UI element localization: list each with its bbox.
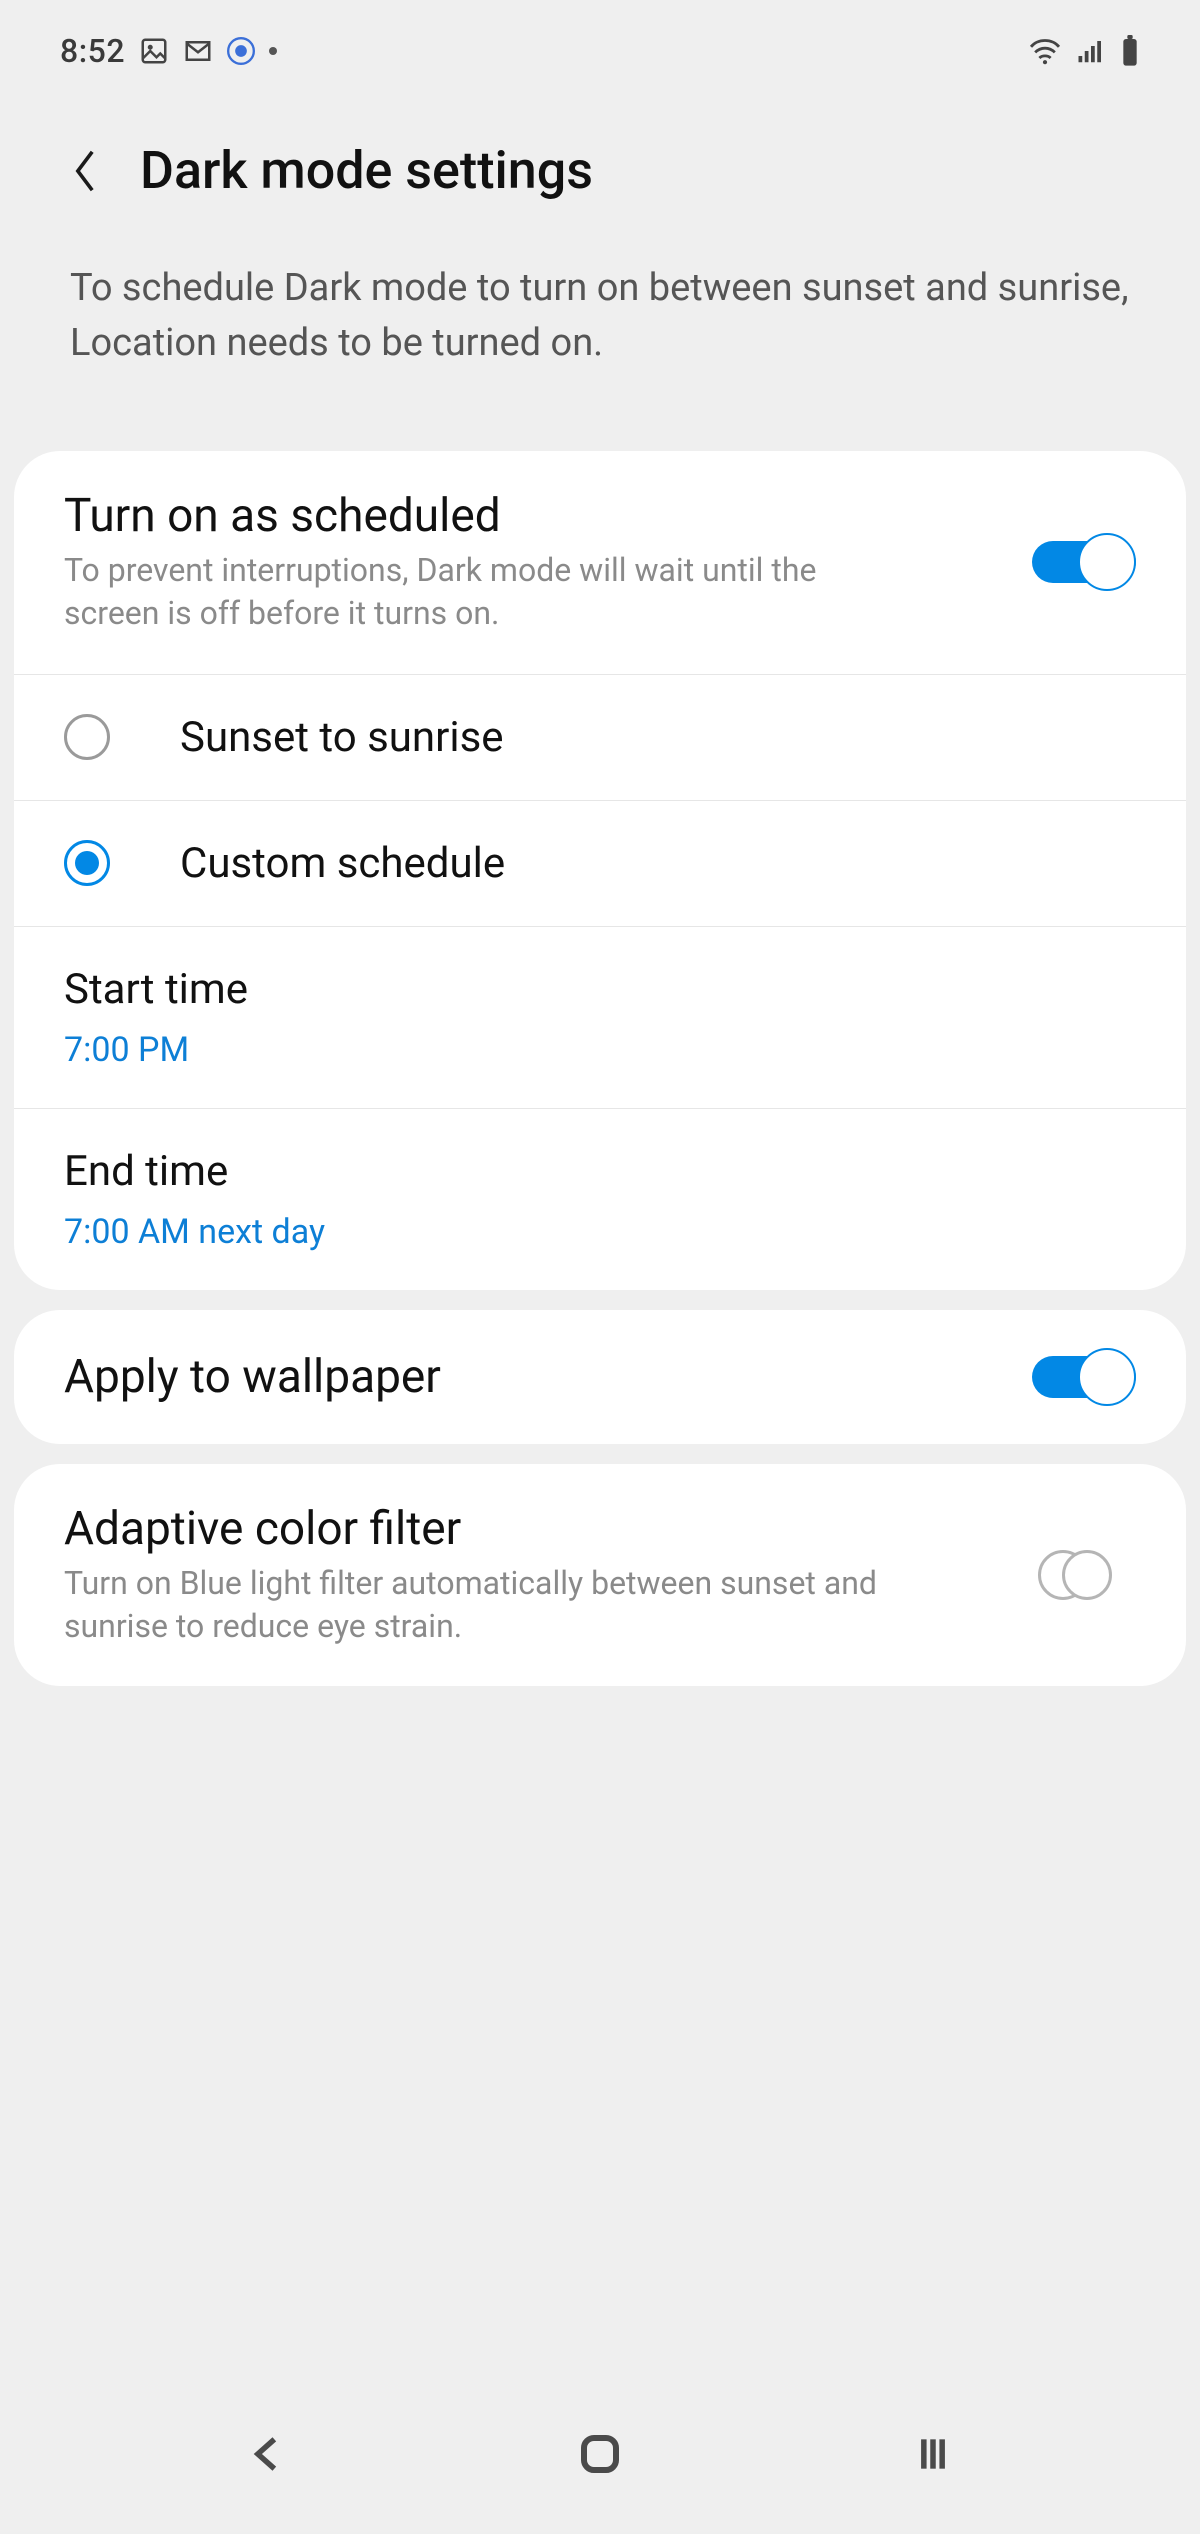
picture-icon: [139, 36, 169, 66]
status-bar-right: [1028, 35, 1140, 67]
back-button[interactable]: [60, 146, 110, 196]
option-custom-schedule-label: Custom schedule: [180, 839, 505, 888]
adaptive-filter-toggle[interactable]: [1032, 1546, 1136, 1604]
apply-wallpaper-row[interactable]: Apply to wallpaper: [14, 1310, 1186, 1444]
nav-back-button[interactable]: [227, 2424, 307, 2484]
option-sunset-sunrise-label: Sunset to sunrise: [180, 713, 504, 762]
adaptive-card: Adaptive color filter Turn on Blue light…: [14, 1464, 1186, 1686]
turn-on-scheduled-row[interactable]: Turn on as scheduled To prevent interrup…: [14, 451, 1186, 673]
start-time-value: 7:00 PM: [64, 1030, 189, 1070]
wallpaper-card: Apply to wallpaper: [14, 1310, 1186, 1444]
signal-icon: [1076, 37, 1106, 65]
battery-icon: [1120, 35, 1140, 67]
end-time-row[interactable]: End time 7:00 AM next day: [14, 1108, 1186, 1290]
end-time-value: 7:00 AM next day: [64, 1212, 325, 1252]
system-nav-bar: [0, 2404, 1200, 2534]
turn-on-scheduled-subtitle: To prevent interruptions, Dark mode will…: [64, 549, 884, 635]
turn-on-scheduled-text: Turn on as scheduled To prevent interrup…: [64, 489, 1002, 635]
end-time-label: End time: [64, 1147, 228, 1196]
radio-custom-schedule[interactable]: [64, 840, 110, 886]
wifi-icon: [1028, 37, 1062, 65]
apply-wallpaper-toggle[interactable]: [1032, 1348, 1136, 1406]
radio-sunset-sunrise[interactable]: [64, 714, 110, 760]
page-title: Dark mode settings: [140, 140, 593, 201]
start-time-row[interactable]: Start time 7:00 PM: [14, 926, 1186, 1108]
turn-on-scheduled-toggle[interactable]: [1032, 533, 1136, 591]
page-header: Dark mode settings: [0, 80, 1200, 241]
intro-description: To schedule Dark mode to turn on between…: [0, 241, 1200, 431]
turn-on-scheduled-title: Turn on as scheduled: [64, 489, 1002, 543]
nav-home-button[interactable]: [560, 2424, 640, 2484]
dot-icon: [269, 47, 277, 55]
status-bar: 8:52: [0, 0, 1200, 80]
heart-circle-icon: [227, 37, 255, 65]
status-bar-left: 8:52: [60, 32, 277, 70]
status-time: 8:52: [60, 32, 125, 70]
adaptive-filter-row[interactable]: Adaptive color filter Turn on Blue light…: [14, 1464, 1186, 1686]
mail-icon: [183, 36, 213, 66]
schedule-card: Turn on as scheduled To prevent interrup…: [14, 451, 1186, 1289]
option-sunset-sunrise[interactable]: Sunset to sunrise: [14, 674, 1186, 800]
apply-wallpaper-title: Apply to wallpaper: [64, 1350, 1002, 1404]
adaptive-filter-subtitle: Turn on Blue light filter automatically …: [64, 1562, 884, 1648]
option-custom-schedule[interactable]: Custom schedule: [14, 800, 1186, 926]
adaptive-filter-title: Adaptive color filter: [64, 1502, 1002, 1556]
nav-recents-button[interactable]: [893, 2424, 973, 2484]
start-time-label: Start time: [64, 965, 248, 1014]
